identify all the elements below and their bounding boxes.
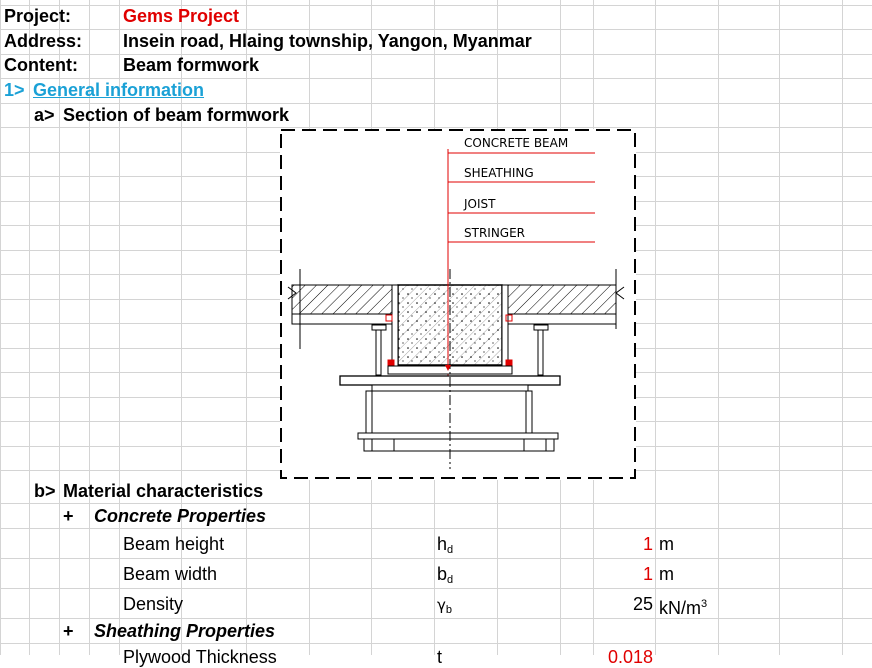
beam-width-symbol: bd (437, 564, 454, 586)
plywood-thickness-label: Plywood Thickness (123, 647, 277, 667)
address-value[interactable]: Insein road, Hlaing township, Yangon, My… (123, 30, 532, 52)
density-unit: kN/m3 (659, 598, 708, 618)
concrete-properties-title: Concrete Properties (94, 506, 267, 526)
content-label: Content: (4, 55, 78, 75)
project-value[interactable]: Gems Project (123, 5, 239, 27)
concrete-marker: + (63, 506, 74, 526)
beam-width-label: Beam width (123, 564, 218, 584)
project-label: Project: (4, 6, 72, 26)
beam-height-label: Beam height (123, 534, 225, 554)
plywood-thickness-value[interactable]: 0.018 (593, 646, 653, 668)
address-label: Address: (4, 31, 83, 51)
sheathing-properties-title: Sheathing Properties (94, 621, 276, 641)
subsection-a-title: Section of beam formwork (63, 105, 290, 125)
label-stringer: STRINGER (464, 226, 525, 240)
section-title-link[interactable]: General information (33, 79, 204, 101)
beam-width-unit: m (659, 564, 674, 584)
content-value[interactable]: Beam formwork (123, 54, 259, 76)
plywood-thickness-symbol: t (437, 647, 443, 667)
density-symbol: γb (437, 596, 453, 616)
subsection-b-marker: b> (34, 481, 56, 501)
label-joist: JOIST (463, 197, 496, 211)
density-label: Density (123, 594, 184, 614)
section-number: 1> (4, 80, 25, 100)
beam-height-unit: m (659, 534, 674, 554)
sheathing-marker: + (63, 621, 74, 641)
label-sheathing: SHEATHING (464, 166, 534, 180)
label-concrete-beam: CONCRETE BEAM (464, 136, 568, 150)
subsection-b-title: Material characteristics (63, 481, 264, 501)
beam-height-value[interactable]: 1 (593, 533, 653, 555)
subsection-a-marker: a> (34, 105, 55, 125)
beam-height-symbol: hd (437, 534, 454, 556)
beam-width-value[interactable]: 1 (593, 563, 653, 585)
density-value[interactable]: 25 (593, 593, 653, 615)
beam-formwork-section-drawing: CONCRETE BEAM SHEATHING JOIST STRINGER (280, 129, 636, 480)
